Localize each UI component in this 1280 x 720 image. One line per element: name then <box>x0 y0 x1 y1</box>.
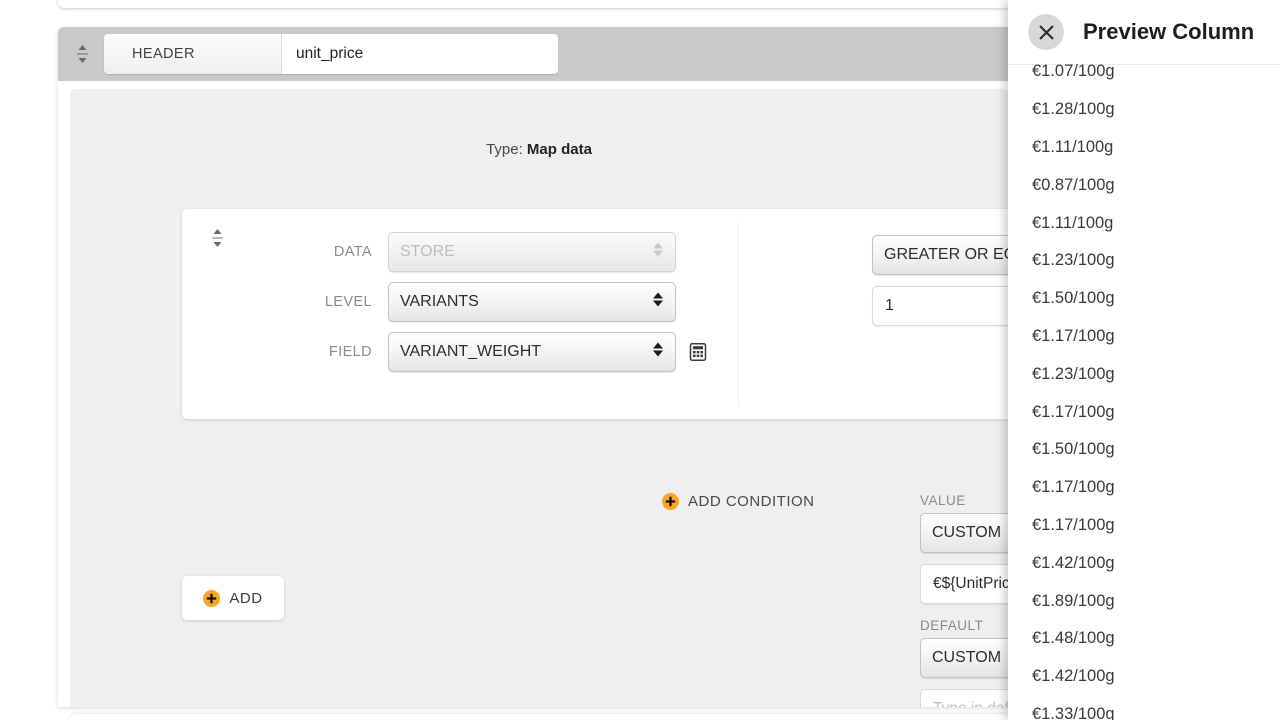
level-select-value: VARIANTS <box>400 293 479 310</box>
value-default-column: VALUE CUSTOM DEFAULT CUSTOM <box>920 493 1020 707</box>
calculator-icon[interactable] <box>688 342 708 362</box>
preview-list-item: €1.23/100g <box>1032 251 1115 270</box>
value-label: VALUE <box>920 493 966 508</box>
default-mode-select[interactable]: CUSTOM <box>920 638 1020 678</box>
add-condition-button[interactable]: ADD CONDITION <box>662 493 815 510</box>
preview-list-item: €1.48/100g <box>1032 629 1115 648</box>
default-value-input[interactable] <box>920 689 1020 707</box>
condition-card: DATA STORE LEVEL VARIANTS FIELD VARIANT_… <box>182 209 1020 419</box>
header-label: HEADER <box>104 34 282 74</box>
operator-select[interactable]: GREATER OR EQUAL <box>872 235 1020 275</box>
close-icon[interactable] <box>1028 14 1064 50</box>
value-expression-input[interactable] <box>920 564 1020 604</box>
plus-circle-icon <box>203 589 221 607</box>
preview-list-item: €1.17/100g <box>1032 402 1115 421</box>
column-type-row: Type: Map data <box>70 89 1008 158</box>
condition-source-fields: DATA STORE LEVEL VARIANTS FIELD VARIANT_… <box>302 227 708 377</box>
operator-select-value: GREATER OR EQUAL <box>884 246 1020 263</box>
preview-list-item: €1.50/100g <box>1032 440 1115 459</box>
condition-field-row: FIELD VARIANT_WEIGHT <box>302 327 708 377</box>
column-editor-card: HEADER Type: Map data <box>58 27 1020 707</box>
column-header-bar: HEADER <box>58 27 1020 81</box>
next-column-card <box>70 714 1010 720</box>
type-prefix-label: Type: <box>486 141 523 158</box>
preview-list-item: €1.11/100g <box>1032 137 1114 156</box>
plus-circle-icon <box>662 493 679 510</box>
preview-list-item: €1.17/100g <box>1032 326 1115 345</box>
field-label: FIELD <box>328 344 372 360</box>
preview-list-item: €1.11/100g <box>1032 213 1114 232</box>
level-label: LEVEL <box>324 294 372 310</box>
preview-column-panel: Preview Column €1.07/100g €1.28/100g €1.11… <box>1008 0 1280 720</box>
preview-list-item: €1.28/100g <box>1032 100 1115 119</box>
chevron-updown-icon <box>652 241 664 264</box>
type-value-label: Map data <box>526 141 592 158</box>
preview-list-item: €1.17/100g <box>1032 515 1115 534</box>
preview-panel-title: Preview Column <box>1083 19 1255 44</box>
data-select[interactable]: STORE <box>388 232 676 272</box>
header-field-group: HEADER <box>104 34 558 74</box>
preview-list-item: €1.07/100g <box>1032 62 1115 81</box>
vertical-drag-handle-icon[interactable] <box>68 37 96 71</box>
condition-divider <box>738 221 739 407</box>
operand-input[interactable] <box>872 286 1020 326</box>
preview-list-item: €1.33/100g <box>1032 704 1115 720</box>
field-select-value: VARIANT_WEIGHT <box>400 343 542 360</box>
add-button[interactable]: ADD <box>182 576 284 620</box>
preview-list-item: €1.42/100g <box>1032 667 1115 686</box>
preview-value-list[interactable]: €1.07/100g €1.28/100g €1.11/100g €0.87/100g… <box>1008 53 1280 720</box>
condition-level-row: LEVEL VARIANTS <box>302 277 708 327</box>
previous-column-card <box>58 0 1020 8</box>
data-label: DATA <box>333 244 372 260</box>
value-mode-value: CUSTOM <box>932 524 1002 541</box>
add-button-label: ADD <box>229 589 263 607</box>
condition-data-row: DATA STORE <box>302 227 708 277</box>
chevron-updown-icon <box>652 341 664 364</box>
default-mode-value: CUSTOM <box>932 649 1002 666</box>
preview-list-item: €1.50/100g <box>1032 289 1115 308</box>
add-condition-label: ADD CONDITION <box>688 493 815 510</box>
condition-drag-handle-icon[interactable] <box>204 222 230 254</box>
column-config-panel: Type: Map data DATA STORE LEVEL VARIANTS… <box>70 89 1020 707</box>
column-header-input[interactable] <box>282 34 558 74</box>
chevron-updown-icon <box>652 291 664 314</box>
level-select[interactable]: VARIANTS <box>388 282 676 322</box>
condition-operator-group: GREATER OR EQUAL <box>872 235 1020 326</box>
data-select-value: STORE <box>400 243 455 260</box>
preview-list-item: €1.42/100g <box>1032 553 1115 572</box>
preview-list-item: €1.23/100g <box>1032 364 1115 383</box>
field-select[interactable]: VARIANT_WEIGHT <box>388 332 676 372</box>
value-mode-select[interactable]: CUSTOM <box>920 513 1020 553</box>
preview-list-item: €0.87/100g <box>1032 175 1115 194</box>
preview-list-item: €1.17/100g <box>1032 478 1115 497</box>
preview-list-item: €1.89/100g <box>1032 591 1115 610</box>
default-label: DEFAULT <box>920 618 984 633</box>
app-screen: HEADER Type: Map data <box>0 0 1280 720</box>
